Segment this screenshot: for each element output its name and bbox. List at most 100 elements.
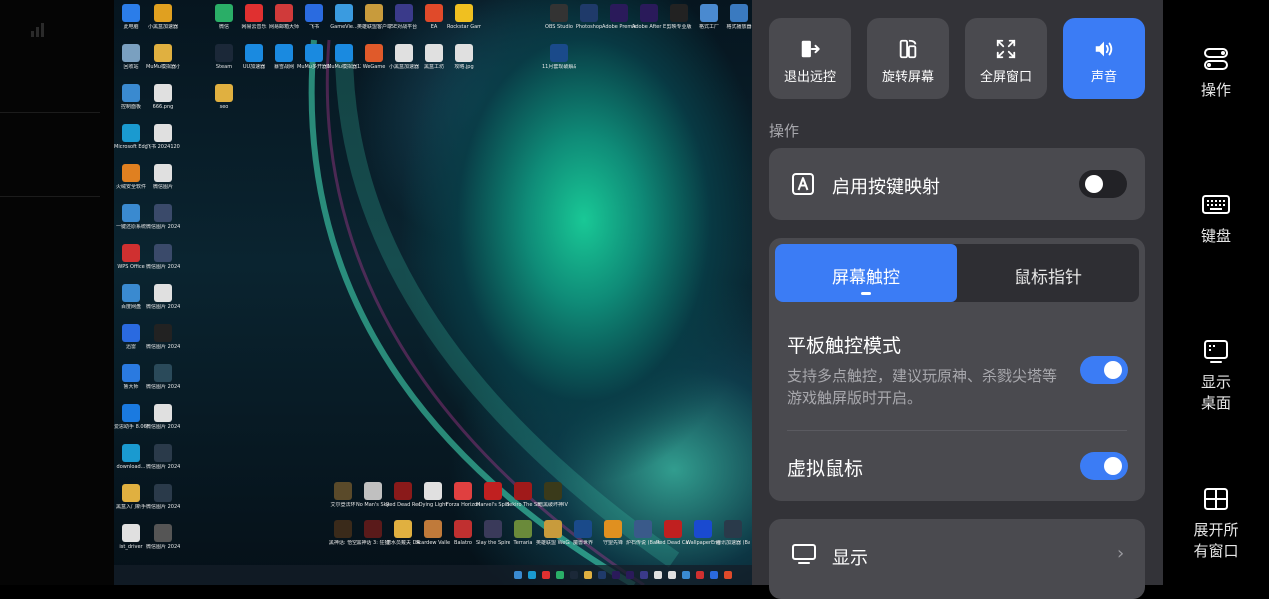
desktop-icon[interactable]: Photoshop bbox=[572, 4, 606, 30]
desktop-icon[interactable]: 火绒安全软件 bbox=[114, 164, 148, 190]
desktop-icon[interactable]: download... bbox=[114, 444, 148, 470]
desktop-icon[interactable]: 鲁大师 bbox=[114, 364, 148, 390]
desktop-icon[interactable]: 微信图片 20241120... bbox=[146, 404, 180, 430]
desktop-icon[interactable]: 黑盒入门新手 bbox=[114, 484, 148, 510]
desktop-icon[interactable]: Stardew Valley bbox=[416, 520, 450, 546]
desktop-icon[interactable]: 网易云音乐 bbox=[237, 4, 271, 30]
taskbar-app-icon[interactable] bbox=[528, 571, 536, 579]
desktop-icon[interactable]: Balatro bbox=[446, 520, 480, 546]
desktop-icon[interactable]: 小黑盒加速器 bbox=[146, 4, 180, 30]
desktop-icon[interactable]: 格式工厂 bbox=[692, 4, 726, 30]
taskbar-app-icon[interactable] bbox=[654, 571, 662, 579]
desktop-icon[interactable]: 666.png bbox=[146, 84, 180, 110]
desktop-icon[interactable]: 攻略.jpg bbox=[447, 44, 481, 70]
desktop-icon[interactable]: 微信图片 20241121... bbox=[146, 244, 180, 270]
desktop-icon[interactable]: 微信图片 20241120... bbox=[146, 444, 180, 470]
desktop-icon[interactable]: MuMu模拟器12 bbox=[327, 44, 361, 70]
taskbar-app-icon[interactable] bbox=[598, 571, 606, 579]
desktop-icon[interactable]: Marvel's Spider-Ma... bbox=[476, 482, 510, 508]
taskbar-app-icon[interactable] bbox=[570, 571, 578, 579]
taskbar-app-icon[interactable] bbox=[668, 571, 676, 579]
taskbar-app-icon[interactable] bbox=[626, 571, 634, 579]
desktop-icon[interactable]: 剪映专业版 bbox=[662, 4, 696, 30]
fullscreen-window-button[interactable]: 全屏窗口 bbox=[965, 18, 1047, 99]
desktop-icon[interactable]: 微信图片 20241120... bbox=[146, 364, 180, 390]
desktop-icon[interactable]: 小黑盒加速器 bbox=[387, 44, 421, 70]
desktop-icon[interactable]: 11月套现破解战胜式小... bbox=[542, 44, 576, 70]
desktop-icon[interactable]: 一键还原系统 bbox=[114, 204, 148, 230]
desktop-icon[interactable]: 守望先锋 bbox=[596, 520, 630, 546]
desktop-icon[interactable]: 黑神话 3: 狂猎 bbox=[356, 520, 390, 546]
desktop-icon[interactable]: Microsoft Edge bbox=[114, 124, 148, 150]
desktop-icon[interactable]: Rockstar Games... bbox=[447, 4, 481, 30]
desktop-icon[interactable]: 控制面板 bbox=[114, 84, 148, 110]
desktop-icon[interactable]: seo bbox=[207, 84, 241, 110]
desktop-icon[interactable]: 此电脑 bbox=[114, 4, 148, 30]
desktop-icon[interactable]: Steam bbox=[207, 44, 241, 70]
desktop-icon[interactable]: OBS Studio bbox=[542, 4, 576, 30]
keymap-row[interactable]: 启用按键映射 bbox=[769, 148, 1145, 220]
taskbar-app-icon[interactable] bbox=[612, 571, 620, 579]
desktop-icon[interactable]: Dying Light bbox=[416, 482, 450, 508]
desktop-icon[interactable]: 微信图片 bbox=[146, 164, 180, 190]
desktop-icon[interactable]: UU加速器 bbox=[237, 44, 271, 70]
taskbar-app-icon[interactable] bbox=[584, 571, 592, 579]
desktop-icon[interactable]: Sekiro The Shadows bbox=[506, 482, 540, 508]
remote-desktop-view[interactable]: 此电脑 小黑盒加速器 微信 网易云音乐 网易邮箱大师 飞书 GameVie... 英雄联盟客户… bbox=[114, 0, 752, 585]
desktop-icon[interactable]: MuMu模拟器小黑盒 bbox=[146, 44, 180, 70]
desktop-icon[interactable]: 格式播放器 bbox=[722, 4, 752, 30]
taskbar-app-icon[interactable] bbox=[682, 571, 690, 579]
desktop-icon[interactable]: 暴雪战网 bbox=[267, 44, 301, 70]
desktop-icon[interactable]: Slay the Spire bbox=[476, 520, 510, 546]
desktop-icon[interactable]: 回收站 bbox=[114, 44, 148, 70]
sidebar-item-operation[interactable]: 操作 bbox=[1163, 46, 1269, 101]
sidebar-item-keyboard[interactable]: 键盘 bbox=[1163, 192, 1269, 247]
rotate-screen-button[interactable]: 旋转屏幕 bbox=[867, 18, 949, 99]
desktop-icon[interactable]: 百度网盘 bbox=[114, 284, 148, 310]
desktop-icon[interactable]: 潜水员戴夫 DAVE T... bbox=[386, 520, 420, 546]
desktop-icon[interactable]: 爱思助手 8.06W(0) bbox=[114, 404, 148, 430]
taskbar-app-icon[interactable] bbox=[710, 571, 718, 579]
sidebar-item-show-desktop[interactable]: 显示桌面 bbox=[1163, 338, 1269, 414]
desktop-icon[interactable]: 微信图片 20241120... bbox=[146, 324, 180, 350]
display-row[interactable]: 显示 › bbox=[769, 519, 1145, 599]
desktop-icon[interactable]: 微信图片 20241120... bbox=[146, 284, 180, 310]
desktop-icon[interactable]: 飞书 20241208... bbox=[146, 124, 180, 150]
desktop-icon[interactable]: WallpaperEngine... bbox=[686, 520, 720, 546]
taskbar-app-icon[interactable] bbox=[724, 571, 732, 579]
desktop-icon[interactable]: GameVie... bbox=[327, 4, 361, 30]
desktop-icon[interactable]: MuMu多开器12 bbox=[297, 44, 331, 70]
desktop-icon[interactable]: 微信图片 20241208 013159.png bbox=[146, 524, 180, 550]
desktop-icon[interactable]: Adobe After Effects 2022 bbox=[632, 4, 666, 30]
desktop-icon[interactable]: WeGame bbox=[357, 44, 391, 70]
sidebar-item-expand-windows[interactable]: 展开所有窗口 bbox=[1163, 486, 1269, 562]
desktop-icon[interactable]: EA bbox=[417, 4, 451, 30]
sound-button[interactable]: 声音 bbox=[1063, 18, 1145, 99]
desktop-icon[interactable]: 英雄联盟客户端 bbox=[357, 4, 391, 30]
start-icon[interactable] bbox=[514, 571, 522, 579]
desktop-icon[interactable]: 炉石传说 (Battle.net) bbox=[626, 520, 660, 546]
virtual-mouse-toggle[interactable] bbox=[1080, 452, 1128, 480]
desktop-icon[interactable]: 腾讯加速器 (Battle.net) bbox=[716, 520, 750, 546]
taskbar-app-icon[interactable] bbox=[542, 571, 550, 579]
desktop-icon[interactable]: Red Dead Redempt... bbox=[386, 482, 420, 508]
remote-taskbar[interactable] bbox=[114, 565, 752, 585]
exit-remote-button[interactable]: 退出远控 bbox=[769, 18, 851, 99]
desktop-icon[interactable]: No Man's Sky 无人... bbox=[356, 482, 390, 508]
taskbar-app-icon[interactable] bbox=[696, 571, 704, 579]
desktop-icon[interactable]: 5E对战平台 bbox=[387, 4, 421, 30]
keymap-toggle[interactable] bbox=[1079, 170, 1127, 198]
desktop-icon[interactable]: Forza Horizon bbox=[446, 482, 480, 508]
desktop-icon[interactable]: 黑神话: 悟空 bbox=[326, 520, 360, 546]
segment-screen-touch[interactable]: 屏幕触控 bbox=[775, 244, 957, 302]
tablet-touch-mode-toggle[interactable] bbox=[1080, 356, 1128, 384]
desktop-icon[interactable]: 网易邮箱大师 bbox=[267, 4, 301, 30]
desktop-icon[interactable]: 迅雷 bbox=[114, 324, 148, 350]
desktop-icon[interactable]: Adobe Premie... bbox=[602, 4, 636, 30]
desktop-icon[interactable]: 艾尔登法环 bbox=[326, 482, 360, 508]
desktop-icon[interactable]: Terraria bbox=[506, 520, 540, 546]
desktop-icon[interactable]: 微信图片 20241120... bbox=[146, 484, 180, 510]
desktop-icon[interactable]: WPS Office bbox=[114, 244, 148, 270]
desktop-icon[interactable]: 魔兽世界 bbox=[566, 520, 600, 546]
desktop-icon[interactable]: ist_driver bbox=[114, 524, 148, 550]
